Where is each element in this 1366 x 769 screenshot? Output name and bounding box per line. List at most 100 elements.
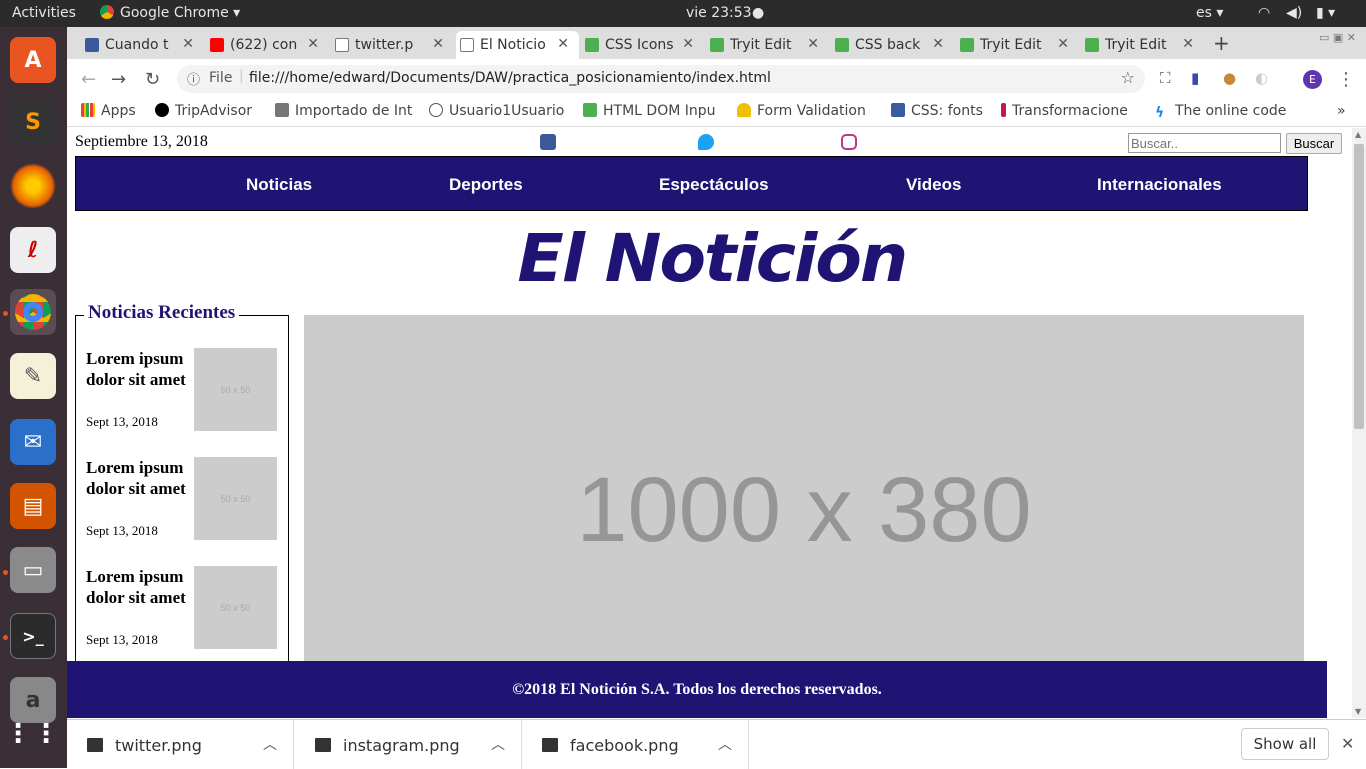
running-indicator	[3, 311, 8, 316]
show-all-button[interactable]: Show all	[1241, 728, 1329, 760]
extension-icon[interactable]: ▮	[1191, 69, 1199, 87]
wifi-icon[interactable]: ◠	[1258, 5, 1270, 21]
close-window-icon[interactable]: ✕	[1347, 31, 1356, 44]
page-scrollbar[interactable]: ▲ ▼	[1352, 128, 1366, 718]
bookmark-star-icon[interactable]: ☆	[1121, 68, 1135, 87]
show-apps-icon[interactable]: ⋮⋮	[5, 711, 59, 757]
separator: |	[239, 68, 244, 84]
twitter-icon[interactable]	[698, 134, 714, 150]
news-title[interactable]: Lorem ipsum dolor sit amet	[86, 348, 194, 390]
close-tab-icon[interactable]: ✕	[682, 36, 694, 52]
close-downloads-icon[interactable]: ✕	[1341, 734, 1354, 753]
news-item[interactable]: Lorem ipsum dolor sit amet Sept 13, 2018…	[86, 566, 282, 666]
bookmark-folder[interactable]: Importado de Int	[275, 103, 413, 119]
tab-active[interactable]: El Noticio ✕	[456, 31, 579, 59]
news-item[interactable]: Lorem ipsum dolor sit amet Sept 13, 2018…	[86, 348, 282, 448]
chevron-up-icon[interactable]: ︿	[263, 734, 277, 754]
bookmark-item[interactable]: Form Validation	[737, 103, 873, 119]
search-input[interactable]	[1128, 133, 1281, 153]
download-item[interactable]: instagram.png ︿	[295, 720, 522, 769]
chevron-up-icon[interactable]: ︿	[491, 734, 505, 754]
extension-icon[interactable]: ◐	[1255, 69, 1268, 87]
instagram-icon[interactable]	[841, 134, 857, 150]
software-center-icon[interactable]: A	[10, 37, 56, 83]
tab[interactable]: twitter.p ✕	[331, 31, 454, 59]
bookmark-item[interactable]: ϟ The online code	[1155, 103, 1295, 119]
terminal-icon[interactable]: >_	[10, 613, 56, 659]
news-item[interactable]: Lorem ipsum dolor sit amet Sept 13, 2018…	[86, 457, 282, 557]
bookmark-apps[interactable]: Apps	[81, 103, 136, 119]
scrollbar-thumb[interactable]	[1354, 144, 1364, 429]
download-item[interactable]: twitter.png ︿	[67, 720, 294, 769]
battery-icon[interactable]: ▮ ▾	[1316, 5, 1335, 21]
scroll-down-icon[interactable]: ▼	[1355, 707, 1361, 716]
news-date: Sept 13, 2018	[86, 414, 158, 429]
forward-icon[interactable]: →	[111, 69, 126, 90]
bookmark-item[interactable]: Usuario1Usuario	[429, 103, 567, 119]
menu-icon[interactable]: ⋮	[1337, 69, 1355, 90]
firefox-icon[interactable]	[10, 163, 56, 209]
running-indicator	[3, 570, 8, 575]
bookmark-item[interactable]: CSS: fonts	[891, 103, 983, 119]
screenshot-icon[interactable]: ⛶	[1160, 69, 1171, 87]
nav-videos[interactable]: Videos	[906, 175, 961, 195]
nav-deportes[interactable]: Deportes	[449, 175, 523, 195]
document-viewer-icon[interactable]: ℓ	[10, 227, 56, 273]
maximize-icon[interactable]: ▣	[1333, 31, 1343, 44]
sublime-text-icon[interactable]: S	[10, 99, 56, 145]
keyboard-layout[interactable]: es ▾	[1196, 5, 1223, 21]
close-tab-icon[interactable]: ✕	[182, 36, 194, 52]
tab[interactable]: Tryit Edit ✕	[956, 31, 1079, 59]
tab[interactable]: CSS Icons ✕	[581, 31, 704, 59]
close-tab-icon[interactable]: ✕	[932, 36, 944, 52]
folder-icon	[275, 103, 289, 117]
files-icon[interactable]: ▭	[10, 547, 56, 593]
nav-internacionales[interactable]: Internacionales	[1097, 175, 1222, 195]
url-text[interactable]: file:///home/edward/Documents/DAW/practi…	[249, 70, 771, 86]
search-button[interactable]: Buscar	[1286, 133, 1342, 154]
impress-icon[interactable]: ▤	[10, 483, 56, 529]
bookmark-item[interactable]: TripAdvisor	[155, 103, 252, 119]
nav-espectaculos[interactable]: Espectáculos	[659, 175, 769, 195]
close-tab-icon[interactable]: ✕	[432, 36, 444, 52]
news-title[interactable]: Lorem ipsum dolor sit amet	[86, 566, 194, 608]
news-date: Sept 13, 2018	[86, 523, 158, 538]
close-tab-icon[interactable]: ✕	[307, 36, 319, 52]
recent-news-sidebar: Noticias Recientes Lorem ipsum dolor sit…	[75, 302, 289, 718]
reload-icon[interactable]: ↻	[145, 69, 160, 90]
minimize-icon[interactable]: ▭	[1319, 31, 1329, 44]
bookmark-item[interactable]: Transformacione	[1001, 103, 1141, 119]
scroll-up-icon[interactable]: ▲	[1355, 130, 1361, 139]
facebook-icon[interactable]	[540, 134, 556, 150]
close-tab-icon[interactable]: ✕	[807, 36, 819, 52]
close-tab-icon[interactable]: ✕	[1182, 36, 1194, 52]
clock[interactable]: vie 23:53	[686, 5, 752, 21]
hero-image-placeholder: 1000 x 380	[304, 315, 1304, 665]
thunderbird-icon[interactable]: ✉	[10, 419, 56, 465]
close-tab-icon[interactable]: ✕	[557, 36, 569, 52]
chrome-dock-icon[interactable]	[10, 289, 56, 335]
info-icon[interactable]: ⓘ	[187, 69, 200, 88]
activities-button[interactable]: Activities	[12, 5, 76, 21]
chevron-up-icon[interactable]: ︿	[718, 734, 732, 754]
bookmark-item[interactable]: HTML DOM Inpu	[583, 103, 719, 119]
cookie-icon[interactable]: ●	[1223, 69, 1236, 87]
omnibox[interactable]: ⓘ File | file:///home/edward/Documents/D…	[177, 65, 1145, 93]
news-thumbnail: 50 x 50	[194, 457, 277, 540]
app-menu[interactable]: Google Chrome ▾	[100, 5, 240, 21]
volume-icon[interactable]: ◀)	[1286, 5, 1302, 21]
new-tab-button[interactable]: +	[1213, 31, 1230, 55]
profile-avatar[interactable]: E	[1303, 70, 1322, 89]
tab[interactable]: (622) con ✕	[206, 31, 329, 59]
text-editor-icon[interactable]: ✎	[10, 353, 56, 399]
tab[interactable]: Tryit Edit ✕	[706, 31, 829, 59]
download-item[interactable]: facebook.png ︿	[522, 720, 749, 769]
close-tab-icon[interactable]: ✕	[1057, 36, 1069, 52]
tab[interactable]: Tryit Edit ✕	[1081, 31, 1204, 59]
news-title[interactable]: Lorem ipsum dolor sit amet	[86, 457, 194, 499]
tab[interactable]: CSS back ✕	[831, 31, 954, 59]
nav-noticias[interactable]: Noticias	[246, 175, 312, 195]
back-icon[interactable]: ←	[81, 69, 96, 90]
tab[interactable]: Cuando t ✕	[81, 31, 204, 59]
bookmarks-overflow-icon[interactable]: »	[1337, 103, 1346, 119]
